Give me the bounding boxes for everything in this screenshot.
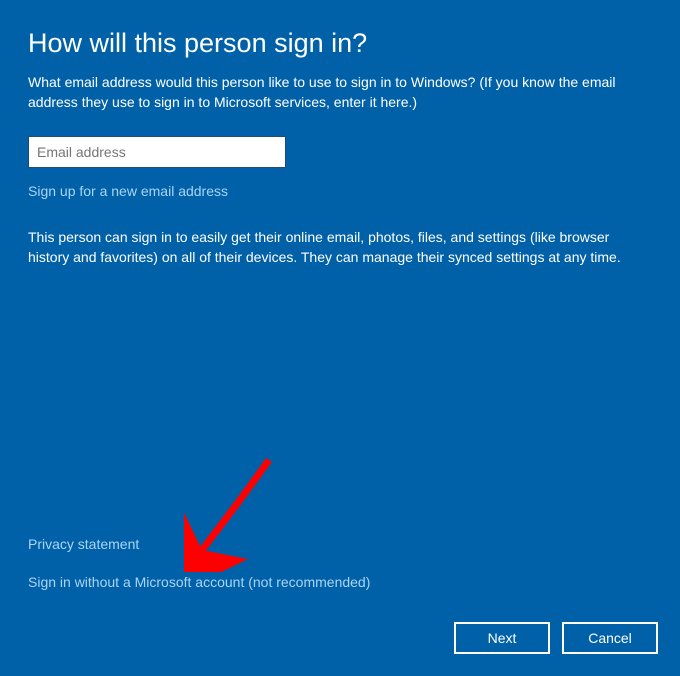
email-field[interactable] xyxy=(28,136,286,168)
signup-link[interactable]: Sign up for a new email address xyxy=(28,183,228,199)
cancel-button[interactable]: Cancel xyxy=(562,622,658,654)
page-subtitle: What email address would this person lik… xyxy=(28,73,648,112)
bottom-links: Privacy statement Sign in without a Micr… xyxy=(28,536,370,590)
description-text: This person can sign in to easily get th… xyxy=(28,227,648,268)
sign-in-without-account-link[interactable]: Sign in without a Microsoft account (not… xyxy=(28,574,370,590)
privacy-statement-link[interactable]: Privacy statement xyxy=(28,536,139,552)
page-title: How will this person sign in? xyxy=(28,28,652,59)
dialog-buttons: Next Cancel xyxy=(454,622,658,654)
dialog-content: How will this person sign in? What email… xyxy=(0,0,680,268)
next-button[interactable]: Next xyxy=(454,622,550,654)
